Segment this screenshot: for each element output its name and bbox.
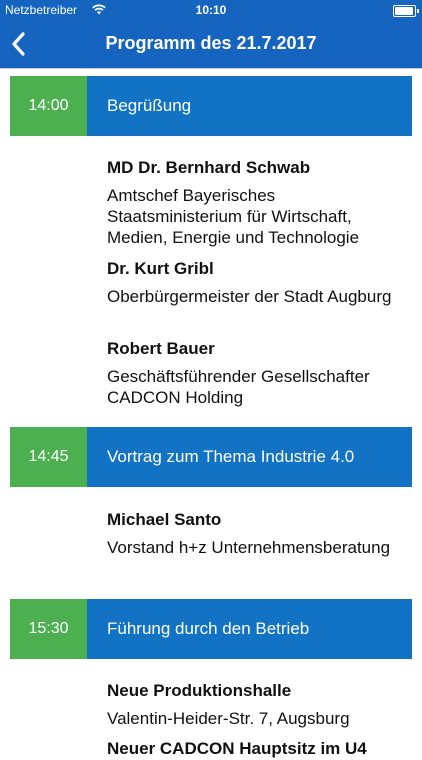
- speaker-name: Michael Santo: [107, 510, 222, 529]
- speaker-name: Neue Produktionshalle: [107, 681, 292, 700]
- navigation-bar: Programm des 21.7.2017: [0, 20, 422, 68]
- speaker-role: Geschäftsführender Gesellschafter CADCON…: [107, 367, 370, 407]
- speaker-role: Vorstand h+z Unternehmensberatung: [107, 538, 391, 557]
- speaker-role: Oberbürgermeister der Stadt Augburg: [107, 287, 392, 306]
- speaker-entry: MD Dr. Bernhard Schwab Amtschef Bayerisc…: [107, 157, 407, 248]
- speaker-entry: Dr. Kurt Gribl Oberbürgermeister der Sta…: [107, 258, 407, 307]
- session-header[interactable]: 14:45 Vortrag zum Thema Industrie 4.0: [10, 427, 412, 487]
- speaker-entry: Neuer CADCON Hauptsitz im U4: [107, 738, 407, 760]
- session-header[interactable]: 15:30 Führung durch den Betrieb: [10, 599, 412, 659]
- session-header[interactable]: 14:00 Begrüßung: [10, 76, 412, 136]
- speaker-name: Robert Bauer: [107, 339, 215, 358]
- session-topic: Begrüßung: [87, 76, 412, 136]
- session-time: 15:30: [10, 599, 87, 659]
- speaker-name: Neuer CADCON Hauptsitz im U4: [107, 739, 367, 758]
- top-divider: [0, 68, 422, 69]
- speaker-entry: Neue Produktionshalle Valentin-Heider-St…: [107, 680, 407, 729]
- speaker-role: Valentin-Heider-Str. 7, Augsburg: [107, 709, 350, 728]
- speaker-role: Amtschef Bayerisches Staatsministerium f…: [107, 186, 360, 247]
- speaker-entry: Robert Bauer Geschäftsführender Gesellsc…: [107, 338, 407, 408]
- session-topic: Vortrag zum Thema Industrie 4.0: [87, 427, 412, 487]
- page-title: Programm des 21.7.2017: [105, 33, 317, 53]
- session-time: 14:45: [10, 427, 87, 487]
- status-bar: Netzbetreiber 10:10: [0, 0, 422, 20]
- speaker-name: MD Dr. Bernhard Schwab: [107, 158, 311, 177]
- speaker-entry: Michael Santo Vorstand h+z Unternehmensb…: [107, 509, 407, 558]
- speaker-name: Dr. Kurt Gribl: [107, 259, 214, 278]
- battery-icon: [393, 5, 419, 17]
- program-list: 14:00 Begrüßung MD Dr. Bernhard Schwab A…: [0, 68, 422, 758]
- status-time: 10:10: [195, 3, 227, 17]
- session-topic: Führung durch den Betrieb: [87, 599, 412, 659]
- session-time: 14:00: [10, 76, 87, 136]
